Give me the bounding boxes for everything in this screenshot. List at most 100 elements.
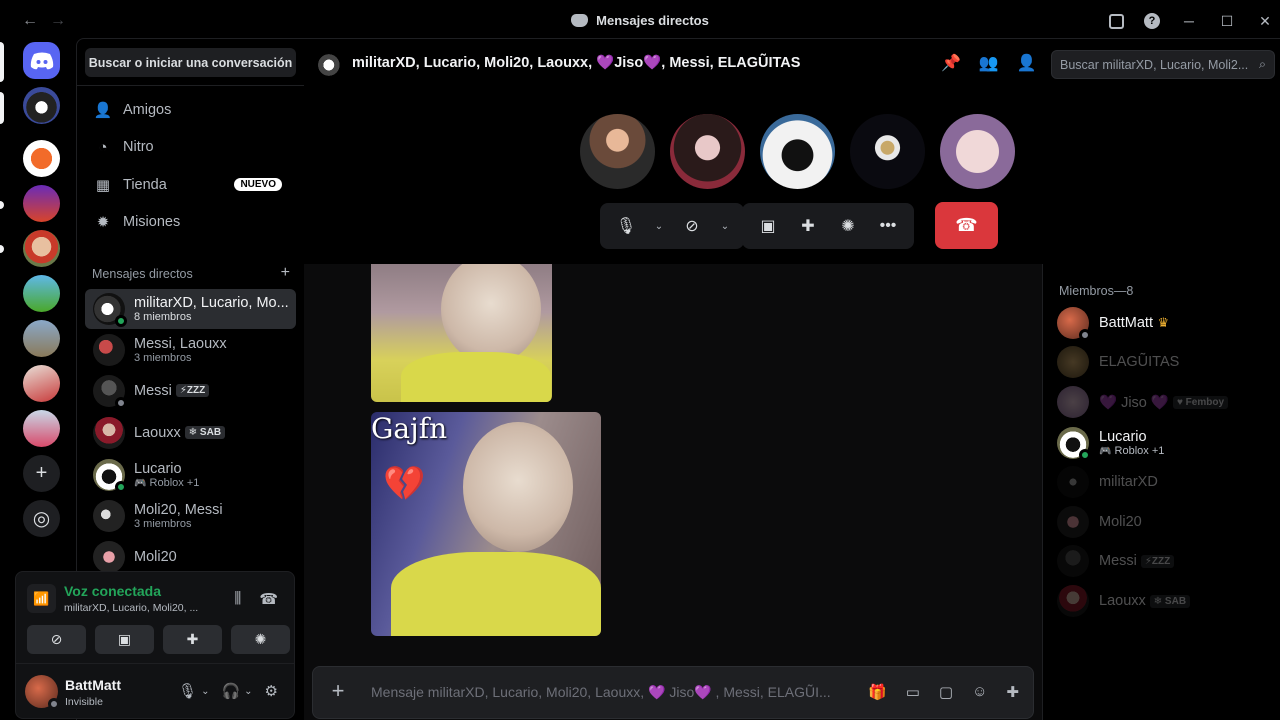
inbox-icon[interactable] <box>1109 13 1124 29</box>
camera-off-icon[interactable]: ⊘ <box>674 210 710 242</box>
chevron-down-icon[interactable]: ⌄ <box>648 210 670 242</box>
member-item-moli20[interactable]: Moli20 <box>1057 502 1272 542</box>
dm-section-title: Mensajes directos <box>92 267 193 281</box>
user-controls: 🎙 ⌄ 🎧 ⌄ ⚙ <box>178 682 278 700</box>
call-participant-avatar-speaking[interactable] <box>940 114 1015 189</box>
avatar[interactable] <box>25 675 60 710</box>
server-character-icon[interactable] <box>23 410 60 447</box>
activities-icon[interactable]: ✚ <box>790 210 826 242</box>
member-item-jiso[interactable]: 💜 Jiso 💜 ♥ Femboy <box>1057 382 1272 422</box>
soundboard-icon[interactable]: ✺ <box>830 210 866 242</box>
close-button[interactable]: ✕ <box>1256 12 1274 30</box>
member-item-messi[interactable]: Messi ⚡ZZZ <box>1057 541 1272 581</box>
dm-search-button[interactable]: Buscar o iniciar una conversación <box>85 48 296 77</box>
microphone-icon[interactable]: 🎙 <box>178 682 197 700</box>
sidebar-item-nitro[interactable]: ◔ Nitro <box>85 130 296 164</box>
offline-status-icon <box>115 397 127 409</box>
channel-title[interactable]: militarXD, Lucario, Moli20, Laouxx, 💜Jis… <box>352 54 800 71</box>
direct-messages-home-button[interactable] <box>23 42 60 79</box>
call-participant-avatar[interactable] <box>850 114 925 189</box>
chevron-down-icon[interactable]: ⌄ <box>714 210 736 242</box>
member-activity: 🎮 Roblox +1 <box>1099 445 1164 457</box>
gif-icon[interactable]: ▭ <box>906 683 920 701</box>
sidebar-item-quests[interactable]: ✹ Misiones <box>85 205 296 239</box>
sidebar-item-label: Misiones <box>123 214 181 230</box>
headphones-icon[interactable]: 🎧 <box>221 682 240 700</box>
camera-off-button[interactable]: ⊘ <box>27 625 86 654</box>
voice-status[interactable]: Voz conectada <box>64 583 161 599</box>
dm-item-messi[interactable]: Messi ⚡ZZZ <box>85 371 296 411</box>
avatar <box>1057 307 1091 341</box>
emoji-icon[interactable]: ☺ <box>972 683 987 701</box>
soundboard-button[interactable]: ✺ <box>231 625 290 654</box>
avatar <box>1057 545 1089 577</box>
voice-call-server-icon[interactable] <box>23 87 60 124</box>
chevron-down-icon[interactable]: ⌄ <box>244 686 252 697</box>
server-fox-icon[interactable] <box>23 140 60 177</box>
dm-item-name: militarXD, Lucario, Mo... <box>134 295 289 311</box>
add-friends-icon[interactable]: 👥 <box>979 53 999 73</box>
voice-signal-icon[interactable]: 📶 <box>27 584 56 613</box>
minimize-button[interactable]: ─ <box>1180 12 1198 30</box>
pin-icon[interactable]: 📌 <box>941 53 961 73</box>
member-item-battmatt[interactable]: BattMatt ♛ <box>1057 303 1272 343</box>
composer-actions: 🎁 ▭ ▢ ☺ ✚ <box>868 683 1019 701</box>
server-grass-icon[interactable] <box>23 275 60 312</box>
chevron-down-icon[interactable]: ⌄ <box>201 686 209 697</box>
apps-icon[interactable]: ✚ <box>1006 683 1019 701</box>
online-status-icon <box>115 481 127 493</box>
maximize-button[interactable]: ☐ <box>1218 12 1236 30</box>
dm-item-moli-messi[interactable]: Moli20, Messi 3 miembros <box>85 496 296 536</box>
gif-attachment-captioned[interactable]: Gajfn 💔 <box>371 412 601 636</box>
voice-channel-name[interactable]: militarXD, Lucario, Moli20, ... <box>64 602 198 614</box>
member-item-elaguitas[interactable]: ELAGŨITAS <box>1057 342 1272 382</box>
disconnect-icon[interactable]: ☎ <box>259 590 278 608</box>
member-name: Moli20 <box>1099 514 1142 530</box>
call-participant-avatar[interactable] <box>580 114 655 189</box>
dm-item-laouxx[interactable]: Laouxx ❄ SAB <box>85 413 296 453</box>
attach-plus-icon[interactable]: + <box>327 680 349 702</box>
call-participant-avatar[interactable] <box>670 114 745 189</box>
username[interactable]: BattMatt <box>65 677 121 693</box>
server-anime-icon[interactable] <box>23 365 60 402</box>
gift-icon[interactable]: 🎁 <box>868 683 887 701</box>
sidebar-item-shop[interactable]: ▦ Tienda NUEVO <box>85 168 296 202</box>
screen-share-button[interactable]: ▣ <box>95 625 154 654</box>
screen-share-icon[interactable]: ▣ <box>750 210 786 242</box>
server-avatar-icon[interactable] <box>23 230 60 267</box>
member-item-militarxd[interactable]: militarXD <box>1057 462 1272 502</box>
server-game-icon[interactable] <box>23 185 60 222</box>
create-dm-plus-icon[interactable]: + <box>281 265 290 281</box>
dm-item-lucario[interactable]: Lucario 🎮 Roblox +1 <box>85 455 296 495</box>
message-input[interactable]: Mensaje militarXD, Lucario, Moli20, Laou… <box>371 684 831 701</box>
new-badge: NUEVO <box>234 178 282 191</box>
server-landscape-icon[interactable] <box>23 320 60 357</box>
microphone-icon[interactable]: 🎙 <box>608 210 644 242</box>
noise-suppression-icon[interactable]: ⫼ <box>234 590 241 608</box>
sticker-icon[interactable]: ▢ <box>939 683 953 701</box>
add-server-button[interactable]: + <box>23 455 60 492</box>
user-avatar <box>93 541 125 573</box>
voice-buttons: ⊘ ▣ ✚ ✺ <box>27 625 290 654</box>
end-call-button[interactable]: ☎ <box>935 202 998 249</box>
server-tag: ⚡ZZZ <box>175 384 210 398</box>
activity-text: Roblox +1 <box>1114 445 1165 457</box>
title-part: militarXD, Lucario, Moli20, Laouxx, <box>352 55 597 71</box>
dm-item-name: Messi <box>134 383 172 399</box>
more-options-icon[interactable]: ••• <box>870 210 906 242</box>
dm-item-group-main[interactable]: militarXD, Lucario, Mo... 8 miembros <box>85 289 296 329</box>
call-participant-avatar[interactable] <box>760 114 835 189</box>
sidebar-item-friends[interactable]: 👤 Amigos <box>85 93 296 127</box>
message-composer[interactable]: + Mensaje militarXD, Lucario, Moli20, La… <box>312 666 1034 719</box>
help-icon[interactable]: ? <box>1144 13 1160 29</box>
settings-gear-icon[interactable]: ⚙ <box>265 682 278 700</box>
activities-button[interactable]: ✚ <box>163 625 222 654</box>
dm-item-messi-laouxx[interactable]: Messi, Laouxx 3 miembros <box>85 330 296 370</box>
member-item-laouxx[interactable]: Laouxx ❄ SAB <box>1057 581 1272 621</box>
members-list-icon[interactable]: 👤 <box>1017 53 1037 73</box>
gif-attachment[interactable] <box>371 264 552 402</box>
search-input[interactable]: Buscar militarXD, Lucario, Moli2... ⌕ <box>1051 50 1275 79</box>
discover-compass-icon[interactable]: ◎ <box>23 500 60 537</box>
gif-shirt <box>391 552 601 636</box>
member-item-lucario[interactable]: Lucario 🎮 Roblox +1 <box>1057 423 1272 463</box>
